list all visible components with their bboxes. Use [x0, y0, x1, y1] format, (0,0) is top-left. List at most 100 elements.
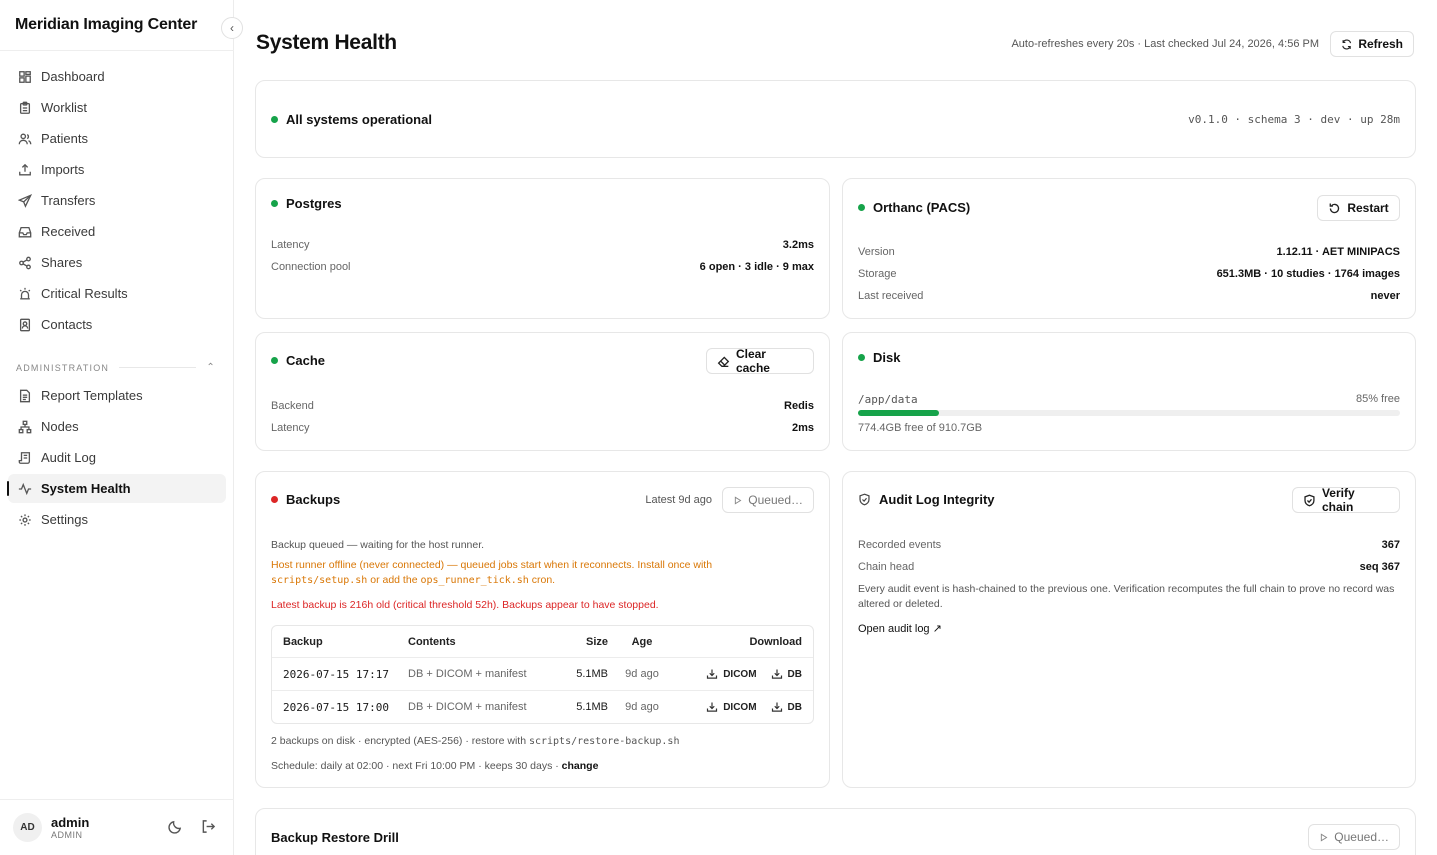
send-icon [17, 193, 33, 209]
restart-label: Restart [1347, 201, 1389, 215]
nav-audit-log[interactable]: Audit Log [8, 443, 226, 472]
admin-section-label: ADMINISTRATION [16, 362, 110, 373]
overall-status-card: All systems operational v0.1.0 · schema … [255, 80, 1416, 158]
gear-icon [17, 512, 33, 528]
user-meta: admin ADMIN [51, 815, 89, 840]
nav-settings[interactable]: Settings [8, 505, 226, 534]
backup-age: 9d ago [625, 668, 659, 680]
download-dicom-button[interactable]: DICOM [706, 701, 757, 713]
download-icon [771, 669, 782, 679]
restore-drill-title: Backup Restore Drill [271, 830, 399, 845]
cache-title: Cache [271, 353, 325, 368]
nav-imports[interactable]: Imports [8, 155, 226, 184]
upload-icon [17, 162, 33, 178]
users-icon [17, 131, 33, 147]
version-info: v0.1.0 · schema 3 · dev · up 28m [1188, 113, 1400, 126]
warning-text: cron. [528, 574, 556, 586]
nav-label: Nodes [41, 419, 79, 434]
main-nav: Dashboard Worklist Patients Imports Tran… [8, 62, 226, 341]
footer-text: 2 backups on disk · encrypted (AES-256) … [271, 735, 529, 747]
nav-worklist[interactable]: Worklist [8, 93, 226, 122]
backup-timestamp: 2026-07-15 17:17 [283, 667, 389, 681]
download-icon [707, 669, 718, 679]
disk-usage-bar [858, 410, 1400, 416]
nav-transfers[interactable]: Transfers [8, 186, 226, 215]
status-dot [271, 200, 278, 207]
download-label: DICOM [723, 668, 757, 680]
column-header: Download [749, 635, 802, 648]
card-title-text: Backups [286, 492, 341, 507]
nav-label: Worklist [41, 100, 87, 115]
refresh-button[interactable]: Refresh [1330, 31, 1414, 57]
verify-chain-label: Verify chain [1321, 486, 1355, 514]
nav-contacts[interactable]: Contacts [8, 310, 226, 339]
kv-key: Backend [271, 400, 314, 412]
nav-shares[interactable]: Shares [8, 248, 226, 277]
download-db-button[interactable]: DB [771, 668, 802, 680]
postgres-title: Postgres [271, 196, 342, 211]
nav-report-templates[interactable]: Report Templates [8, 381, 226, 410]
nav-dashboard[interactable]: Dashboard [8, 62, 226, 91]
kv-value: 1.12.11 · AET MINIPACS [1276, 246, 1400, 258]
kv-value: never [1370, 290, 1400, 302]
kv-value: 2ms [791, 422, 814, 434]
refresh-icon [1342, 39, 1352, 49]
nav-label: Contacts [41, 317, 93, 332]
nav-label: Audit Log [41, 450, 96, 465]
backup-footer: 2 backups on disk · encrypted (AES-256) … [271, 734, 814, 749]
restart-button[interactable]: Restart [1317, 195, 1400, 221]
nav-label: Settings [41, 512, 88, 527]
download-cell: DICOM DB [676, 701, 813, 713]
open-audit-log-link[interactable]: Open audit log ↗ [858, 622, 942, 635]
avatar[interactable]: AD [13, 813, 42, 842]
card-title-text: Cache [286, 353, 326, 368]
verify-chain-button[interactable]: Verify chain [1292, 486, 1400, 514]
sidebar: Meridian Imaging Center Dashboard Workli… [0, 0, 234, 855]
backup-queued-note: Backup queued — waiting for the host run… [271, 539, 485, 551]
backup-schedule: Schedule: daily at 02:00 · next Fri 10:0… [271, 759, 814, 774]
queued-label: Queued… [748, 493, 803, 507]
orthanc-title: Orthanc (PACS) [858, 200, 970, 215]
nav-label: Dashboard [41, 69, 105, 84]
collapse-sidebar-button[interactable]: ‹ [221, 17, 243, 39]
refresh-status: Auto-refreshes every 20s · Last checked … [1011, 38, 1319, 50]
kv-key: Connection pool [271, 261, 351, 273]
backup-queued-button[interactable]: Queued… [722, 487, 814, 513]
backup-timestamp: 2026-07-15 17:00 [283, 700, 389, 714]
status-dot [271, 357, 278, 364]
user-name: admin [51, 815, 90, 830]
dashboard-icon [17, 69, 33, 85]
download-db-button[interactable]: DB [771, 701, 802, 713]
shield-check-icon [1304, 494, 1315, 506]
nav-system-health[interactable]: System Health [7, 474, 226, 503]
clear-cache-button[interactable]: Clear cache [706, 347, 814, 375]
audit-integrity-card: Audit Log Integrity Verify chain Recorde… [842, 471, 1416, 788]
nav-label: Shares [41, 255, 83, 270]
moon-icon[interactable] [168, 819, 183, 837]
audit-title: Audit Log Integrity [858, 492, 995, 507]
download-icon [707, 702, 718, 712]
restore-drill-queued-button[interactable]: Queued… [1308, 824, 1400, 850]
latest-backup-age: Latest 9d ago [645, 494, 712, 506]
admin-section-header[interactable]: ADMINISTRATION ⌃ [16, 362, 216, 373]
logout-icon[interactable] [201, 819, 216, 837]
nav-critical-results[interactable]: Critical Results [8, 279, 226, 308]
column-header: Contents [408, 635, 456, 648]
download-dicom-button[interactable]: DICOM [706, 668, 757, 680]
column-header: Backup [283, 635, 323, 648]
shield-check-icon [858, 493, 871, 506]
status-dot [858, 204, 865, 211]
refresh-label: Refresh [1358, 37, 1403, 51]
nav-label: System Health [41, 481, 131, 496]
nav-received[interactable]: Received [8, 217, 226, 246]
nav-nodes[interactable]: Nodes [8, 412, 226, 441]
nav-patients[interactable]: Patients [8, 124, 226, 153]
kv-key: Latency [271, 422, 310, 434]
eraser-icon [717, 356, 730, 367]
inbox-icon [17, 224, 33, 240]
user-bar: AD admin ADMIN [0, 799, 234, 855]
audit-description: Every audit event is hash-chained to the… [858, 583, 1395, 610]
network-icon [17, 419, 33, 435]
play-icon [1320, 832, 1328, 842]
change-schedule-link[interactable]: change [562, 760, 599, 772]
